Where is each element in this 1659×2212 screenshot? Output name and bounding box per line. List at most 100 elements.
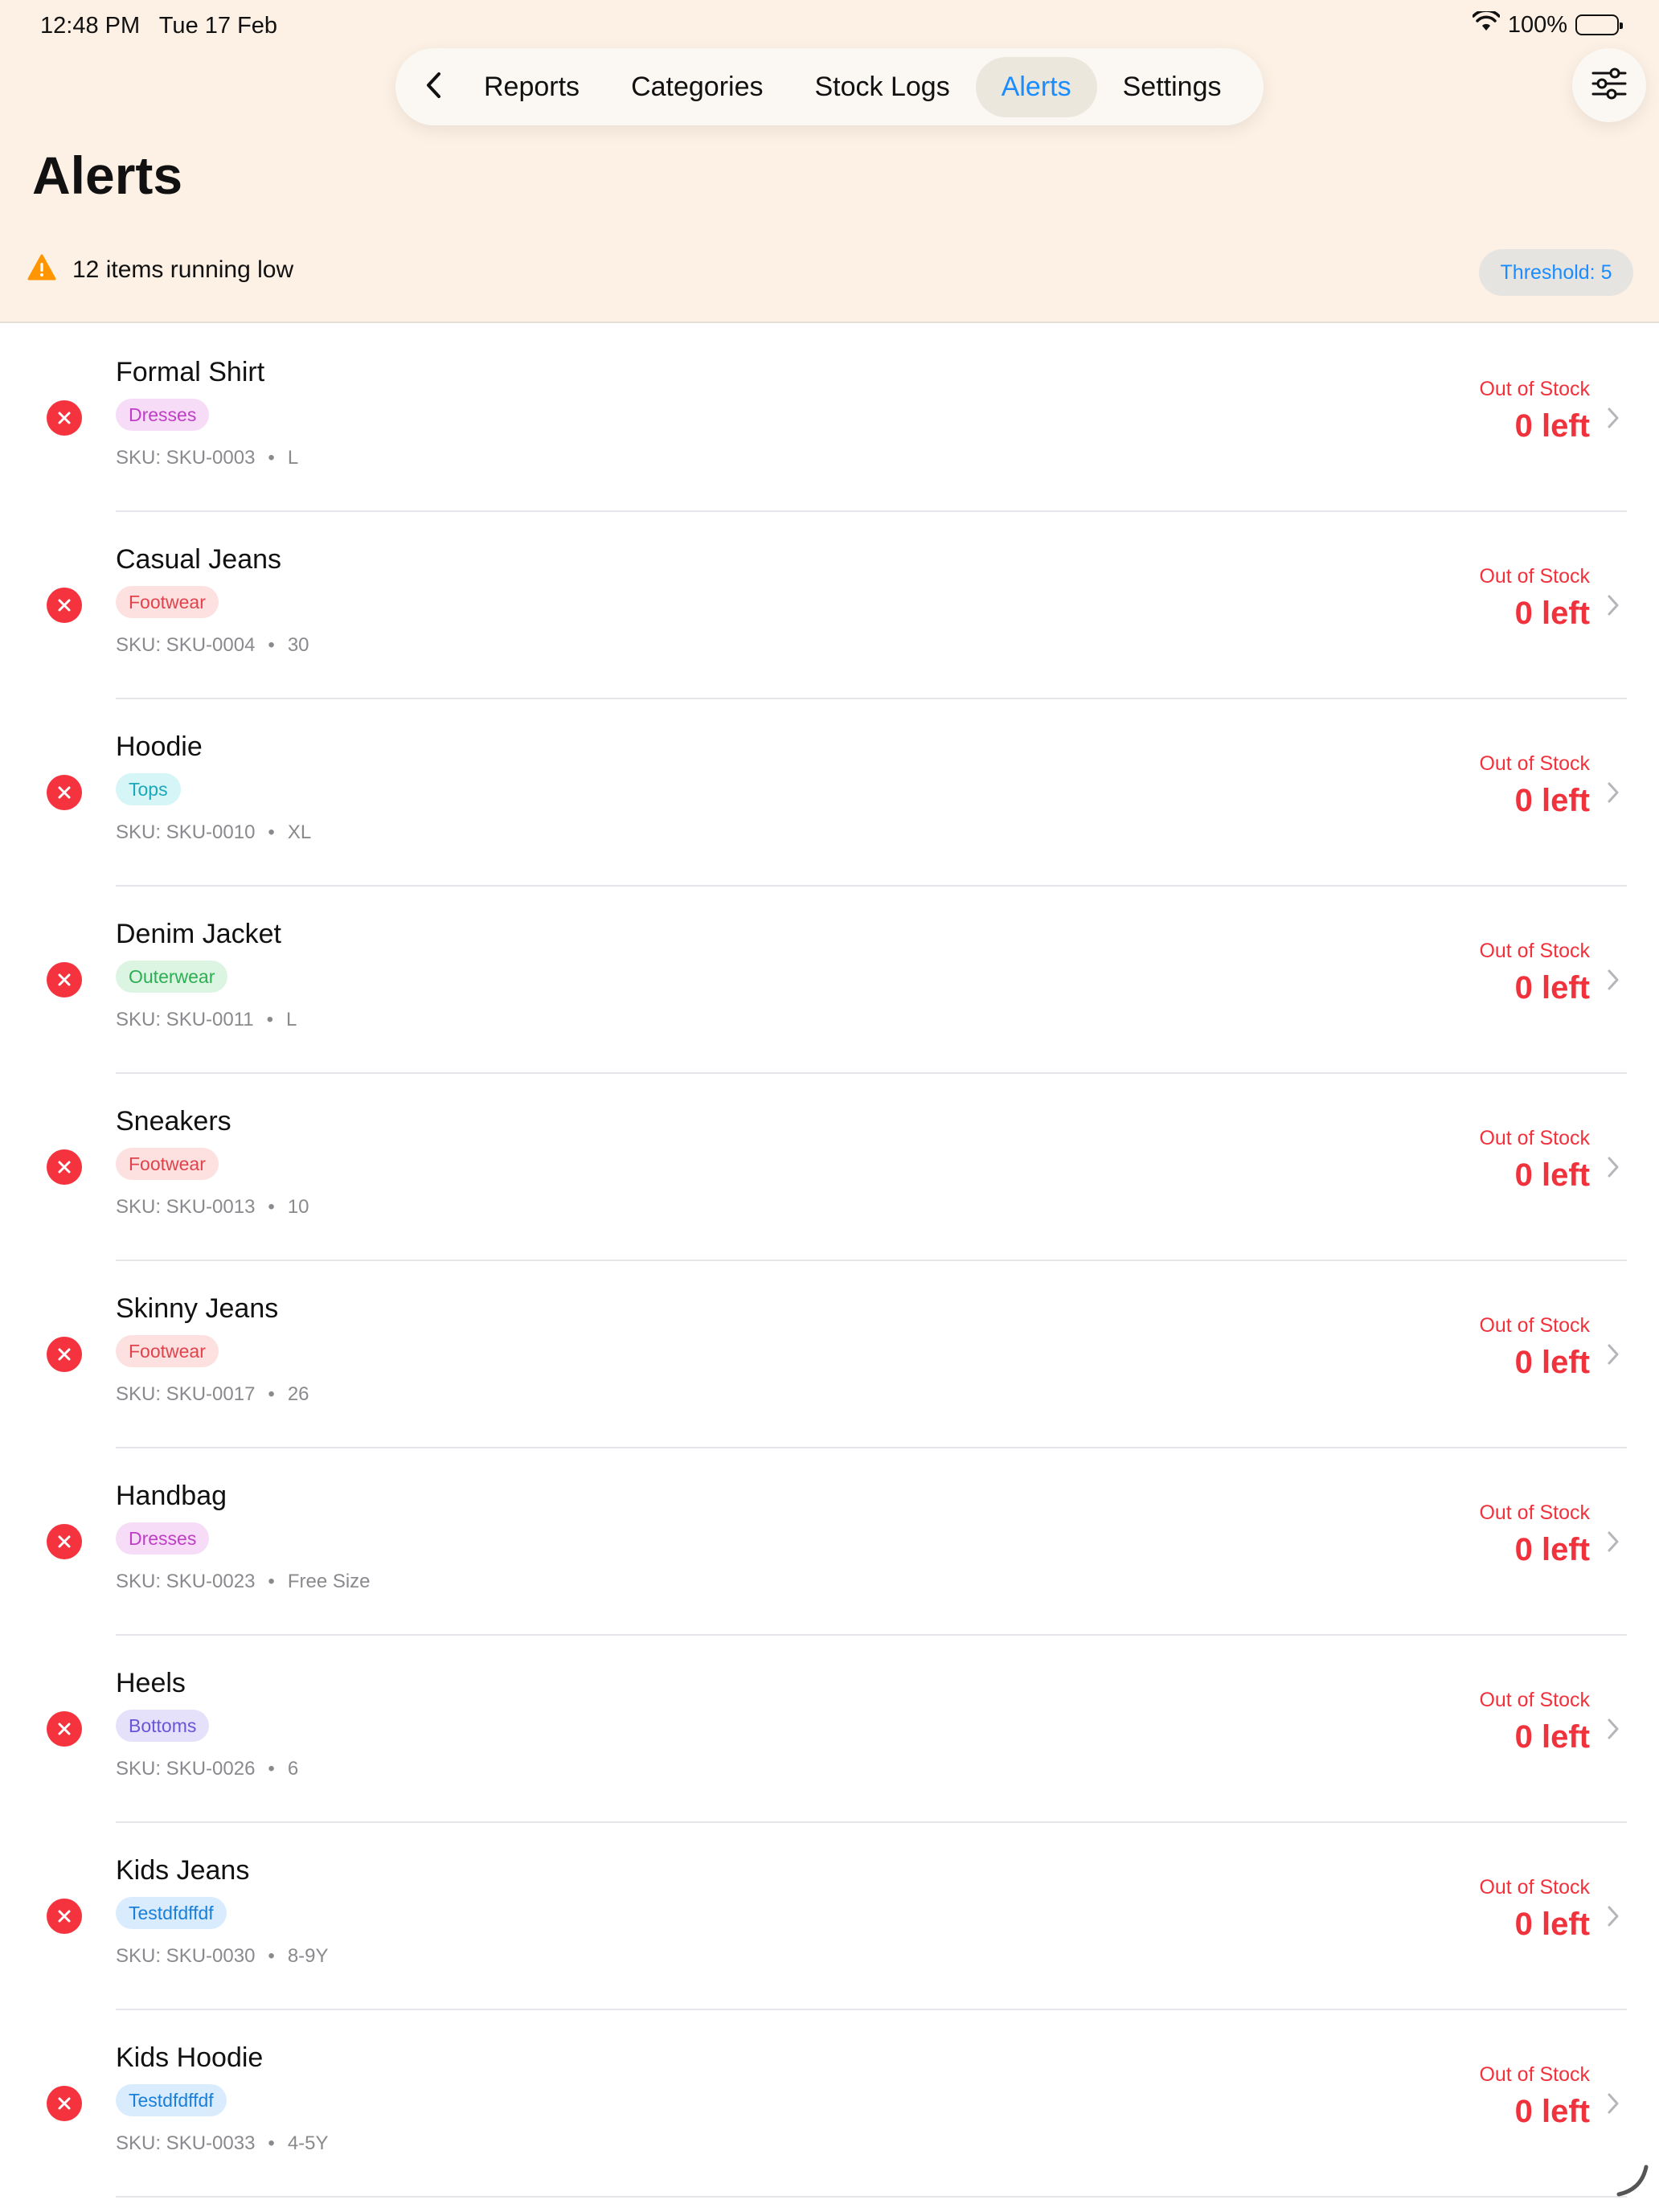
stock-quantity: 0 left xyxy=(1514,408,1590,444)
threshold-badge[interactable]: Threshold: 5 xyxy=(1479,249,1633,296)
item-meta: SKU: SKU-0030 • 8-9Y xyxy=(116,1945,329,1968)
stock-status: Out of Stock xyxy=(1479,940,1590,962)
item-sku: SKU: SKU-0004 xyxy=(116,634,256,656)
item-size: 10 xyxy=(287,1196,309,1218)
wifi-icon xyxy=(1472,9,1501,39)
separator-dot: • xyxy=(268,821,275,843)
item-name: Heels xyxy=(116,1668,186,1698)
stock-quantity: 0 left xyxy=(1514,970,1590,1006)
chevron-right-icon xyxy=(1601,1713,1625,1745)
item-meta: SKU: SKU-0003 • L xyxy=(116,447,298,469)
chevron-left-icon xyxy=(424,71,444,104)
sliders-icon xyxy=(1591,68,1628,104)
status-bar: 12:48 PM Tue 17 Feb 100% xyxy=(0,0,1659,51)
item-size: 8-9Y xyxy=(287,1945,329,1967)
stock-status: Out of Stock xyxy=(1479,2063,1590,2086)
row-divider xyxy=(116,2196,1627,2198)
stock-status: Out of Stock xyxy=(1479,1127,1590,1149)
separator-dot: • xyxy=(268,1571,275,1592)
item-name: Kids Jeans xyxy=(116,1855,250,1886)
category-tag: Outerwear xyxy=(116,961,228,993)
item-meta: SKU: SKU-0017 • 26 xyxy=(116,1383,309,1406)
item-sku: SKU: SKU-0033 xyxy=(116,2132,256,2154)
item-sku: SKU: SKU-0011 xyxy=(116,1009,254,1030)
item-name: Formal Shirt xyxy=(116,357,265,387)
item-sku: SKU: SKU-0003 xyxy=(116,447,256,469)
time-text: 12:48 PM xyxy=(40,13,141,39)
item-size: 26 xyxy=(287,1383,309,1405)
item-sku: SKU: SKU-0030 xyxy=(116,1945,256,1967)
tab-categories[interactable]: Categories xyxy=(605,57,789,117)
alert-summary-text: 12 items running low xyxy=(72,256,294,283)
alert-row[interactable]: Denim Jacket Outerwear SKU: SKU-0011 • L O… xyxy=(0,887,1659,1074)
tab-alerts[interactable]: Alerts xyxy=(975,56,1097,117)
alert-row[interactable]: Hoodie Tops SKU: SKU-0010 • XL Out of Stoc… xyxy=(0,699,1659,887)
tab-reports[interactable]: Reports xyxy=(458,57,605,117)
out-of-stock-icon xyxy=(47,588,82,623)
alert-row[interactable]: Kids Jeans Testdfdffdf SKU: SKU-0030 • 8-9… xyxy=(0,1823,1659,2010)
category-tag: Footwear xyxy=(116,1148,219,1180)
chevron-right-icon xyxy=(1601,1526,1625,1558)
stock-quantity: 0 left xyxy=(1514,1907,1590,1942)
separator-dot: • xyxy=(268,634,275,656)
stock-quantity: 0 left xyxy=(1514,1157,1590,1193)
header: 12:48 PM Tue 17 Feb 100% Reports Categor… xyxy=(0,0,1659,323)
stock-status: Out of Stock xyxy=(1479,1876,1590,1899)
alert-row[interactable]: Kids Hoodie Testdfdffdf SKU: SKU-0033 • 4-… xyxy=(0,2010,1659,2198)
item-sku: SKU: SKU-0026 xyxy=(116,1758,256,1780)
item-sku: SKU: SKU-0010 xyxy=(116,821,256,843)
chevron-right-icon xyxy=(1601,964,1625,996)
stock-quantity: 0 left xyxy=(1514,2094,1590,2129)
stock-status: Out of Stock xyxy=(1479,1314,1590,1337)
back-button[interactable] xyxy=(410,63,458,111)
item-size: L xyxy=(286,1009,297,1030)
alert-row[interactable]: Skinny Jeans Footwear SKU: SKU-0017 • 26 O… xyxy=(0,1261,1659,1448)
page-title: Alerts xyxy=(32,145,183,205)
separator-dot: • xyxy=(268,1196,275,1218)
item-name: Kids Hoodie xyxy=(116,2042,264,2073)
item-meta: SKU: SKU-0013 • 10 xyxy=(116,1196,309,1219)
item-size: 30 xyxy=(287,634,309,656)
tab-stock-logs[interactable]: Stock Logs xyxy=(789,57,975,117)
separator-dot: • xyxy=(268,1758,275,1780)
stock-quantity: 0 left xyxy=(1514,1719,1590,1755)
chevron-right-icon xyxy=(1601,776,1625,809)
item-meta: SKU: SKU-0011 • L xyxy=(116,1009,297,1031)
tab-settings[interactable]: Settings xyxy=(1097,57,1247,117)
item-size: 4-5Y xyxy=(287,2132,329,2154)
category-tag: Dresses xyxy=(116,1522,210,1555)
alert-row[interactable]: Handbag Dresses SKU: SKU-0023 • Free Size … xyxy=(0,1448,1659,1636)
out-of-stock-icon xyxy=(47,1337,82,1372)
separator-dot: • xyxy=(268,2132,275,2154)
alert-row[interactable]: Formal Shirt Dresses SKU: SKU-0003 • L Out… xyxy=(0,325,1659,512)
alert-row[interactable]: Casual Jeans Footwear SKU: SKU-0004 • 30 O… xyxy=(0,512,1659,699)
separator-dot: • xyxy=(268,1383,275,1405)
out-of-stock-icon xyxy=(47,2086,82,2121)
alert-row[interactable]: Sneakers Footwear SKU: SKU-0013 • 10 Out o… xyxy=(0,1074,1659,1261)
category-tag: Tops xyxy=(116,773,181,805)
filter-button[interactable] xyxy=(1572,48,1646,122)
out-of-stock-icon xyxy=(47,1524,82,1559)
stock-quantity: 0 left xyxy=(1514,596,1590,631)
stock-quantity: 0 left xyxy=(1514,1532,1590,1567)
battery-icon xyxy=(1575,14,1623,35)
out-of-stock-icon xyxy=(47,1149,82,1185)
item-meta: SKU: SKU-0026 • 6 xyxy=(116,1758,298,1780)
chevron-right-icon xyxy=(1601,589,1625,621)
item-sku: SKU: SKU-0017 xyxy=(116,1383,256,1405)
item-name: Denim Jacket xyxy=(116,919,281,949)
item-size: L xyxy=(287,447,299,469)
item-meta: SKU: SKU-0023 • Free Size xyxy=(116,1571,371,1593)
item-sku: SKU: SKU-0013 xyxy=(116,1196,256,1218)
separator-dot: • xyxy=(266,1009,274,1030)
stock-status: Out of Stock xyxy=(1479,565,1590,588)
chevron-right-icon xyxy=(1601,1151,1625,1183)
alert-summary: 12 items running low xyxy=(27,254,293,285)
chevron-right-icon xyxy=(1601,2087,1625,2120)
item-name: Skinny Jeans xyxy=(116,1293,279,1324)
item-meta: SKU: SKU-0010 • XL xyxy=(116,821,311,844)
alert-row[interactable]: Heels Bottoms SKU: SKU-0026 • 6 Out of Sto… xyxy=(0,1636,1659,1823)
category-tag: Testdfdffdf xyxy=(116,2084,227,2116)
stock-status: Out of Stock xyxy=(1479,1689,1590,1711)
warning-icon xyxy=(27,254,56,285)
